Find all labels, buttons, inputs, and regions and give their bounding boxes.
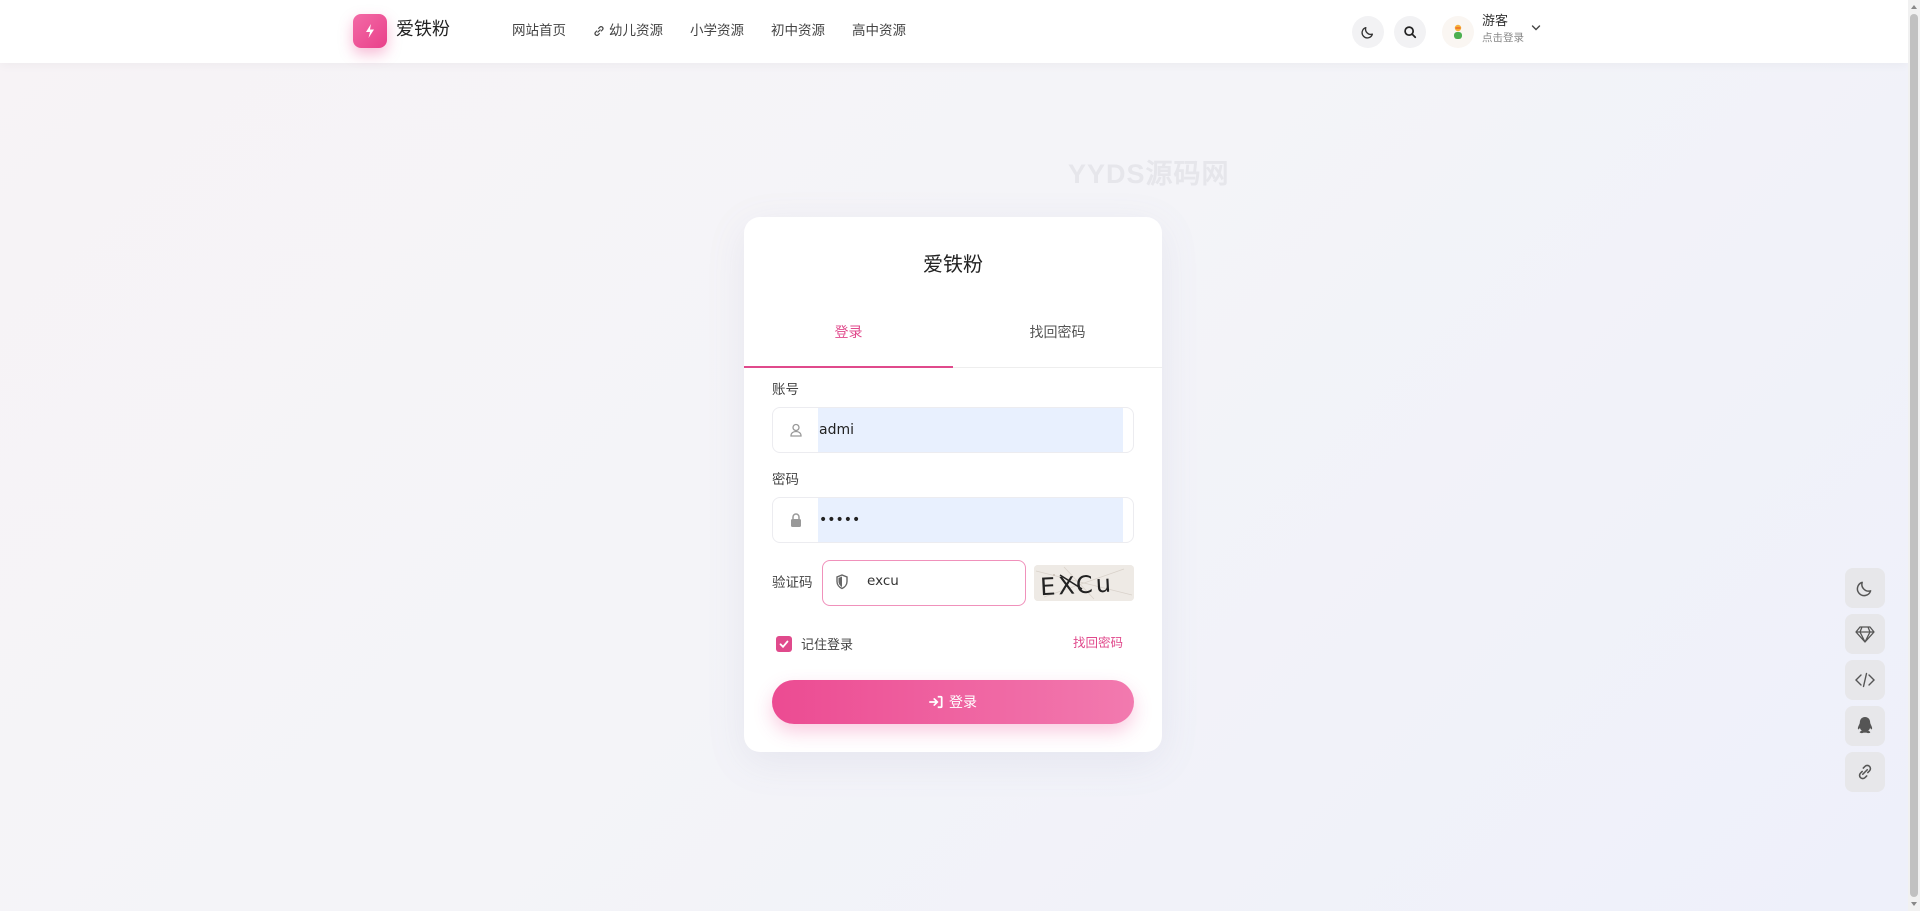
password-label: 密码 xyxy=(772,472,799,488)
link-icon xyxy=(1858,764,1872,780)
login-tabs: 登录 找回密码 xyxy=(744,312,1162,368)
login-card: 爱铁粉 登录 找回密码 账号 密码 验证码 EXCu xyxy=(744,217,1162,752)
account-label: 账号 xyxy=(772,382,799,398)
side-dark-mode-button[interactable] xyxy=(1845,568,1885,608)
diamond-icon xyxy=(1855,626,1875,643)
password-input[interactable] xyxy=(819,512,1123,528)
password-field[interactable] xyxy=(772,497,1134,543)
main-nav: 网站首页 幼儿资源 小学资源 初中资源 高中资源 xyxy=(512,20,933,42)
nav-item-junior[interactable]: 初中资源 xyxy=(771,20,825,42)
shield-icon xyxy=(836,574,848,590)
remember-checkbox[interactable] xyxy=(776,635,792,652)
captcha-label: 验证码 xyxy=(772,575,813,591)
search-icon xyxy=(1404,26,1417,39)
account-input[interactable] xyxy=(819,422,1123,438)
sign-in-icon xyxy=(929,695,943,709)
side-code-button[interactable] xyxy=(1845,660,1885,700)
link-icon xyxy=(594,26,604,36)
top-header: 爱铁粉 网站首页 幼儿资源 小学资源 初中资源 高中资源 游客 点击登录 xyxy=(0,0,1908,63)
scroll-down-icon[interactable] xyxy=(1910,900,1918,908)
captcha-input[interactable] xyxy=(867,573,1017,589)
search-button[interactable] xyxy=(1394,16,1426,48)
user-name[interactable]: 游客 xyxy=(1482,13,1508,31)
code-icon xyxy=(1855,672,1875,688)
scroll-up-icon[interactable] xyxy=(1910,3,1918,11)
nav-item-senior[interactable]: 高中资源 xyxy=(852,20,906,42)
moon-icon xyxy=(1856,581,1872,597)
user-icon xyxy=(790,423,802,437)
forgot-password-link[interactable]: 找回密码 xyxy=(1073,634,1123,652)
side-link-button[interactable] xyxy=(1845,752,1885,792)
login-button-label: 登录 xyxy=(949,695,977,711)
nav-label: 幼儿资源 xyxy=(609,23,663,39)
captcha-field[interactable] xyxy=(822,560,1026,606)
watermark: YYDS源码网 xyxy=(1068,159,1230,189)
scrollbar-thumb[interactable] xyxy=(1910,14,1918,897)
moon-icon xyxy=(1361,26,1374,39)
tab-forgot-password[interactable]: 找回密码 xyxy=(953,312,1162,367)
login-button[interactable]: 登录 xyxy=(772,680,1134,724)
side-qq-button[interactable] xyxy=(1845,706,1885,746)
side-vip-button[interactable] xyxy=(1845,614,1885,654)
logo-icon[interactable] xyxy=(353,14,387,48)
nav-item-primary[interactable]: 小学资源 xyxy=(690,20,744,42)
nav-item-preschool[interactable]: 幼儿资源 xyxy=(593,20,663,42)
remember-label: 记住登录 xyxy=(801,638,854,653)
dark-mode-button[interactable] xyxy=(1352,16,1384,48)
remember-login[interactable]: 记住登录 xyxy=(776,634,853,653)
account-input-area xyxy=(818,408,1123,452)
site-logo-text[interactable]: 爱铁粉 xyxy=(396,18,450,42)
avatar[interactable] xyxy=(1442,16,1474,48)
user-avatar-icon xyxy=(1454,24,1462,39)
password-input-area xyxy=(818,498,1123,542)
nav-item-home[interactable]: 网站首页 xyxy=(512,20,566,42)
account-field[interactable] xyxy=(772,407,1134,453)
chevron-down-icon[interactable] xyxy=(1531,24,1541,32)
login-hint[interactable]: 点击登录 xyxy=(1482,31,1524,45)
lock-icon xyxy=(791,513,801,527)
check-icon xyxy=(779,640,789,648)
qq-icon xyxy=(1857,717,1873,734)
nav-label: 网站首页 xyxy=(512,23,566,39)
captcha-image[interactable]: EXCu xyxy=(1034,565,1134,601)
card-title: 爱铁粉 xyxy=(923,252,983,276)
nav-label: 小学资源 xyxy=(690,23,744,39)
tab-login[interactable]: 登录 xyxy=(744,312,953,368)
nav-label: 高中资源 xyxy=(852,23,906,39)
nav-label: 初中资源 xyxy=(771,23,825,39)
